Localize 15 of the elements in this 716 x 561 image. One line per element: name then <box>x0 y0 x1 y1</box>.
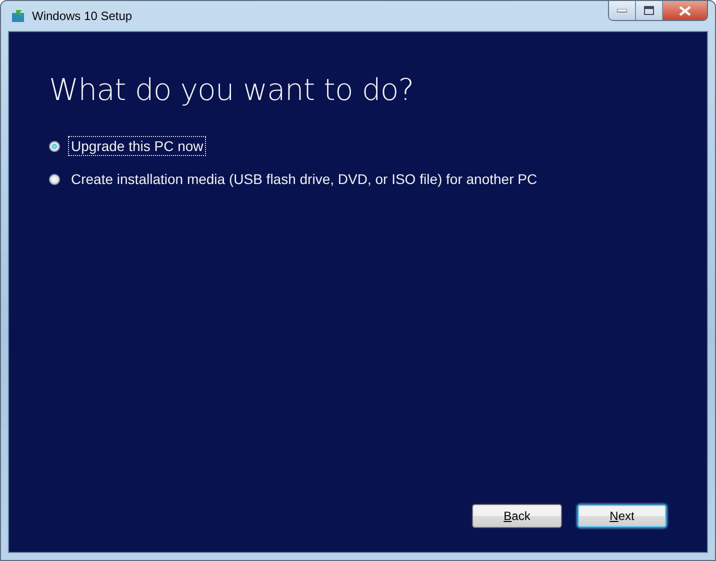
option-label[interactable]: Upgrade this PC now <box>68 136 206 156</box>
minimize-button[interactable] <box>609 1 636 20</box>
window-title: Windows 10 Setup <box>32 9 132 23</box>
maximize-icon <box>644 6 654 15</box>
close-icon <box>679 6 691 16</box>
radio-button[interactable] <box>49 140 60 152</box>
next-button[interactable]: Next <box>577 504 667 528</box>
maximize-button[interactable] <box>636 1 663 20</box>
radio-button[interactable] <box>49 174 60 184</box>
back-button[interactable]: Back <box>472 504 562 528</box>
page-heading: What do you want to do? <box>49 73 415 108</box>
close-button[interactable] <box>663 1 707 20</box>
setup-app-icon <box>10 8 26 24</box>
option-label[interactable]: Create installation media (USB flash drive, DVD, or ISO file) for another PC <box>68 169 540 189</box>
minimize-icon <box>617 8 627 12</box>
